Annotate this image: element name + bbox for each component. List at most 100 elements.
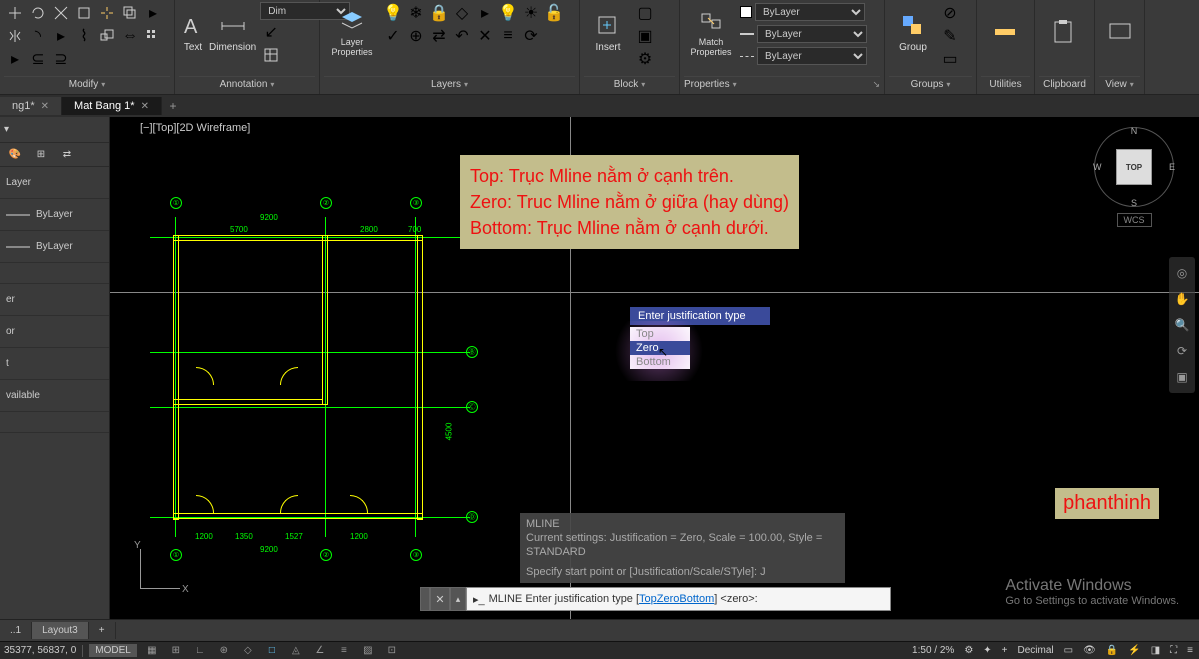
panel-arrow-icon[interactable]: ▾ [733, 80, 737, 89]
status-lock-icon[interactable]: 🔒 [1104, 645, 1120, 656]
paste-button[interactable] [1039, 2, 1087, 62]
rotate-icon[interactable] [27, 2, 49, 24]
status-ortho-icon[interactable]: ∟ [191, 644, 209, 658]
palette-item-layer[interactable]: Layer [0, 167, 109, 199]
insert-button[interactable]: Insert [584, 2, 632, 62]
status-polar-icon[interactable]: ⊛ [215, 644, 233, 658]
scale-icon[interactable] [96, 25, 118, 47]
group-edit-icon[interactable]: ✎ [939, 25, 961, 47]
layer-lock-icon[interactable]: 🔒 [428, 2, 450, 24]
command-input[interactable]: ▸_ MLINE Enter justification type [ Top … [466, 587, 891, 611]
array-drop-icon[interactable]: ▸ [4, 48, 26, 70]
option-top[interactable]: Top [630, 327, 690, 341]
panel-launcher-icon[interactable]: ↘ [872, 79, 880, 90]
nav-wheel-icon[interactable]: ◎ [1172, 263, 1192, 283]
layer-isolate-icon[interactable]: ◇ [451, 2, 473, 24]
cmd-option-zero[interactable]: Zero [657, 593, 680, 605]
palette-drop-icon[interactable]: ▾ [4, 124, 9, 135]
layer-state-icon[interactable]: ✓ [382, 25, 404, 47]
status-iso-icon[interactable]: ◇ [239, 644, 257, 658]
array-icon[interactable] [142, 25, 164, 47]
layout-tab-2[interactable]: Layout3 [32, 622, 89, 639]
fillet-icon[interactable]: ◝ [27, 25, 49, 47]
layout-tab-add[interactable]: + [89, 622, 116, 639]
layer-unlock-icon[interactable]: 🔓 [543, 2, 565, 24]
status-custom-icon[interactable]: ≡ [1185, 645, 1195, 656]
panel-arrow-icon[interactable]: ▾ [641, 80, 645, 89]
cmd-history-button[interactable]: ▴ [450, 587, 466, 611]
view-cube-n[interactable]: N [1131, 126, 1138, 136]
option-bottom[interactable]: Bottom [630, 355, 690, 369]
status-ws-icon[interactable]: ▭ [1062, 645, 1075, 656]
pal-icon-2[interactable]: ⊞ [30, 144, 52, 166]
view-button[interactable] [1099, 2, 1140, 62]
close-icon[interactable]: ✕ [41, 101, 49, 112]
status-plus-icon[interactable]: + [1000, 645, 1010, 656]
dimension-button[interactable]: Dimension [209, 2, 256, 62]
status-snap-icon[interactable]: ⊞ [167, 644, 185, 658]
doc-tab-2[interactable]: Mat Bang 1*✕ [62, 97, 162, 115]
match-properties-button[interactable]: MatchProperties [684, 2, 738, 62]
mirror-icon[interactable] [4, 25, 26, 47]
layer-walk-icon[interactable]: ≡ [497, 25, 519, 47]
layer-merge-icon[interactable]: ⊕ [405, 25, 427, 47]
palette-item-bylayer2[interactable]: ByLayer [0, 231, 109, 263]
palette-item-4[interactable]: er [0, 284, 109, 316]
palette-item-7[interactable]: vailable [0, 380, 109, 412]
blend-icon[interactable]: ⌇ [73, 25, 95, 47]
move-icon[interactable] [4, 2, 26, 24]
text-button[interactable]: A Text [179, 2, 207, 62]
lengthen-icon[interactable]: ⊇ [50, 48, 72, 70]
offset-icon[interactable] [119, 2, 141, 24]
layer-properties-button[interactable]: LayerProperties [324, 2, 380, 62]
layer-prev-icon[interactable]: ↶ [451, 25, 473, 47]
status-otrack-icon[interactable]: ∠ [311, 644, 329, 658]
cmd-option-bottom[interactable]: Bottom [679, 593, 714, 605]
layout-tab-1[interactable]: ..1 [0, 622, 32, 639]
ungroup-icon[interactable]: ⊘ [939, 2, 961, 24]
view-cube-w[interactable]: W [1093, 162, 1102, 172]
ucs-icon[interactable]: X Y [130, 539, 190, 599]
trim-icon[interactable] [50, 2, 72, 24]
add-tab-button[interactable]: + [162, 99, 184, 113]
palette-item-8[interactable] [0, 412, 109, 433]
nav-orbit-icon[interactable]: ⟳ [1172, 341, 1192, 361]
cmd-option-top[interactable]: Top [639, 593, 657, 605]
edit-block-icon[interactable]: ▣ [634, 25, 656, 47]
palette-item-bylayer1[interactable]: ByLayer [0, 199, 109, 231]
status-eye-icon[interactable]: 👁 [1081, 645, 1098, 656]
lineweight-select[interactable]: ByLayer [757, 25, 867, 43]
create-block-icon[interactable]: ▢ [634, 2, 656, 24]
wcs-label[interactable]: WCS [1117, 213, 1152, 227]
stretch-icon[interactable]: ⇔ [119, 25, 141, 47]
layer-freeze-icon[interactable]: ❄ [405, 2, 427, 24]
status-gear-icon[interactable]: ⚙ [962, 645, 975, 656]
panel-arrow-icon[interactable]: ▾ [101, 80, 105, 89]
panel-arrow-icon[interactable]: ▾ [1130, 80, 1134, 89]
cmd-close-button[interactable]: ✕ [430, 587, 450, 611]
close-icon[interactable]: ✕ [141, 101, 149, 112]
status-3dosnap-icon[interactable]: ◬ [287, 644, 305, 658]
palette-item-6[interactable]: t [0, 348, 109, 380]
layer-off-icon[interactable]: 💡 [382, 2, 404, 24]
status-units[interactable]: Decimal [1016, 645, 1056, 656]
status-lwt-icon[interactable]: ≡ [335, 644, 353, 658]
status-anno-icon[interactable]: ✦ [981, 645, 993, 656]
panel-arrow-icon[interactable]: ▾ [464, 80, 468, 89]
status-model-button[interactable]: MODEL [89, 644, 137, 657]
layer-delete-icon[interactable]: ✕ [474, 25, 496, 47]
view-cube-s[interactable]: S [1131, 198, 1137, 208]
option-zero[interactable]: Zero [630, 341, 690, 355]
nav-zoom-icon[interactable]: 🔍 [1172, 315, 1192, 335]
color-select[interactable]: ByLayer [755, 3, 865, 21]
group-button[interactable]: Group [889, 2, 937, 62]
palette-item-5[interactable]: or [0, 316, 109, 348]
linetype-select[interactable]: ByLayer [757, 47, 867, 65]
table-icon[interactable] [260, 44, 282, 66]
doc-tab-1[interactable]: ng1*✕ [0, 97, 62, 115]
view-cube-e[interactable]: E [1169, 162, 1175, 172]
layer-change-icon[interactable]: ⟳ [520, 25, 542, 47]
copy-icon[interactable]: ▸ [142, 2, 164, 24]
status-osnap-icon[interactable]: □ [263, 644, 281, 658]
panel-arrow-icon[interactable]: ▾ [270, 80, 274, 89]
